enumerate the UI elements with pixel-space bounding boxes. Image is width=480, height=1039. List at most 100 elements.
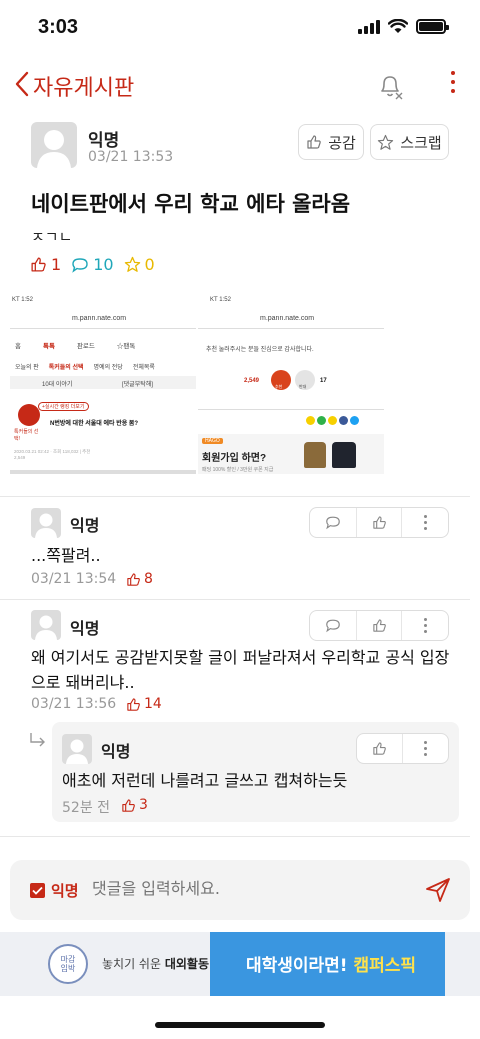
thumbs-up-icon — [307, 135, 321, 149]
image-up-label: 추천 — [275, 384, 283, 389]
scrap-button[interactable]: 스크랩 — [370, 124, 449, 160]
battery-icon — [416, 19, 449, 34]
thumbs-up-icon — [127, 697, 140, 711]
image-meta: 2020.03.21 02:42 · 조회 118,032 | 추천 2,549 — [14, 449, 91, 460]
notification-off-button[interactable] — [376, 72, 404, 104]
image-badge: +실시간 랭킹 더보기 — [38, 402, 89, 411]
attached-image-right[interactable]: KT 1:52 m.pann.nate.com 추천 눌러주시는 분들 진심으로… — [198, 294, 384, 474]
post-date: 03/21 13:53 — [88, 149, 174, 165]
ad-right-text-1: 대학생이라면! — [245, 956, 348, 976]
image-down-count: 17 — [320, 378, 327, 384]
ad-logo: 마감임박 — [48, 944, 88, 984]
more-options-icon[interactable] — [448, 71, 458, 93]
thumbs-up-icon — [373, 742, 386, 755]
chevron-left-icon — [15, 71, 29, 97]
image-tab: 판로드 — [76, 343, 95, 350]
image-subtab: 전체목록 — [132, 365, 155, 371]
divider — [0, 496, 470, 497]
reply-like-count: 3 — [121, 797, 148, 813]
image-subtab: 톡커들의 선택 — [48, 365, 84, 371]
comment-input[interactable] — [92, 879, 402, 898]
attached-image-left[interactable]: KT 1:52 m.pann.nate.com 홈 톡톡 판로드 ☆팬톡 오늘의… — [10, 294, 196, 474]
thumbs-up-icon — [122, 798, 135, 812]
page-title: 자유게시판 — [33, 75, 135, 100]
cellular-signal-icon — [358, 19, 380, 34]
avatar — [31, 122, 77, 168]
comment-more-button[interactable] — [402, 611, 448, 640]
star-icon — [378, 134, 394, 150]
comment-author: 익명 — [70, 619, 100, 638]
image-subtab: 명예의 전당 — [93, 365, 123, 371]
reply-text: 애초에 저런데 나를려고 글쓰고 캡쳐하는듯 — [62, 771, 348, 790]
image-label: 톡커들의 선택! — [14, 429, 39, 442]
scrap-count-value: 0 — [144, 255, 155, 274]
home-indicator — [155, 1022, 325, 1028]
ad-left-text: 놓치기 쉬운 대외활동 — [102, 955, 209, 972]
comment-date: 03/21 13:56 — [31, 696, 117, 712]
image-thanks: 추천 눌러주시는 분들 진심으로 감사합니다. — [206, 347, 314, 353]
back-button[interactable] — [8, 68, 36, 100]
reply-button[interactable] — [310, 611, 357, 640]
reply-more-button[interactable] — [403, 734, 449, 763]
comment-author: 익명 — [70, 516, 100, 535]
ad-right-text: 대학생이라면! 캠퍼스픽 — [226, 951, 436, 976]
image-ad-sub: 패딩 100% 할인 / 3만원 쿠폰 지급 — [202, 467, 274, 473]
comment-text: ...쪽팔려.. — [31, 546, 101, 565]
comment-actions — [309, 507, 449, 538]
status-icons — [358, 19, 449, 34]
comment-count: 10 — [71, 255, 114, 274]
divider — [0, 599, 470, 600]
like-count: 1 — [30, 255, 61, 274]
reply-like-value: 3 — [139, 797, 148, 813]
send-button[interactable] — [425, 877, 451, 907]
avatar — [62, 734, 92, 764]
post-body: ㅈㄱㄴ — [31, 228, 73, 240]
like-count-value: 1 — [51, 255, 62, 274]
wifi-icon — [388, 19, 408, 33]
comment-icon — [326, 516, 340, 530]
image-down-label: 반대 — [299, 384, 307, 389]
image-status: KT 1:52 — [12, 297, 33, 303]
image-ad-brand: HAGO — [202, 438, 223, 444]
divider — [0, 836, 470, 837]
comment-date: 03/21 13:54 — [31, 571, 117, 587]
anonymous-label[interactable]: 익명 — [51, 880, 79, 901]
reply-like-button[interactable] — [357, 734, 403, 763]
image-subtab: 오늘의 판 — [15, 365, 39, 371]
avatar — [31, 610, 61, 640]
comment-like-value: 14 — [144, 696, 162, 712]
image-ad-text: 회원가입 하면? — [202, 453, 267, 464]
check-icon — [32, 886, 43, 895]
image-tab: 홈 — [15, 343, 21, 350]
like-button-label: 공감 — [328, 133, 356, 152]
post-title: 네이트판에서 우리 학교 에타 올라옴 — [31, 192, 351, 216]
reply-arrow-icon — [30, 733, 45, 747]
comment-more-button[interactable] — [402, 508, 448, 537]
comment-like-button[interactable] — [357, 508, 403, 537]
avatar — [31, 508, 61, 538]
send-icon — [426, 878, 450, 902]
like-button[interactable]: 공감 — [298, 124, 364, 160]
comment-icon — [326, 619, 340, 633]
comment-like-button[interactable] — [357, 611, 403, 640]
thumbs-up-icon — [127, 572, 140, 586]
ad-left-text-2: 대외활동 — [164, 957, 210, 971]
reply-date: 52분 전 — [62, 800, 111, 816]
comment-icon — [72, 257, 88, 273]
comment-count-value: 10 — [93, 255, 114, 274]
image-status: KT 1:52 — [210, 297, 231, 303]
comment-actions — [309, 610, 449, 641]
anonymous-checkbox[interactable] — [30, 883, 45, 898]
thumbs-up-icon — [31, 257, 46, 272]
star-icon — [124, 256, 140, 272]
post-author: 익명 — [88, 131, 120, 151]
scrap-count: 0 — [124, 255, 155, 274]
ad-left-text-1: 놓치기 쉬운 — [102, 957, 162, 971]
image-url: m.pann.nate.com — [260, 315, 315, 322]
comment-like-count: 8 — [126, 571, 153, 587]
reply-button[interactable] — [310, 508, 357, 537]
reply-author: 익명 — [101, 742, 131, 761]
image-tab: 톡톡 — [42, 343, 55, 350]
status-time: 3:03 — [38, 16, 79, 38]
image-url: m.pann.nate.com — [72, 315, 127, 322]
